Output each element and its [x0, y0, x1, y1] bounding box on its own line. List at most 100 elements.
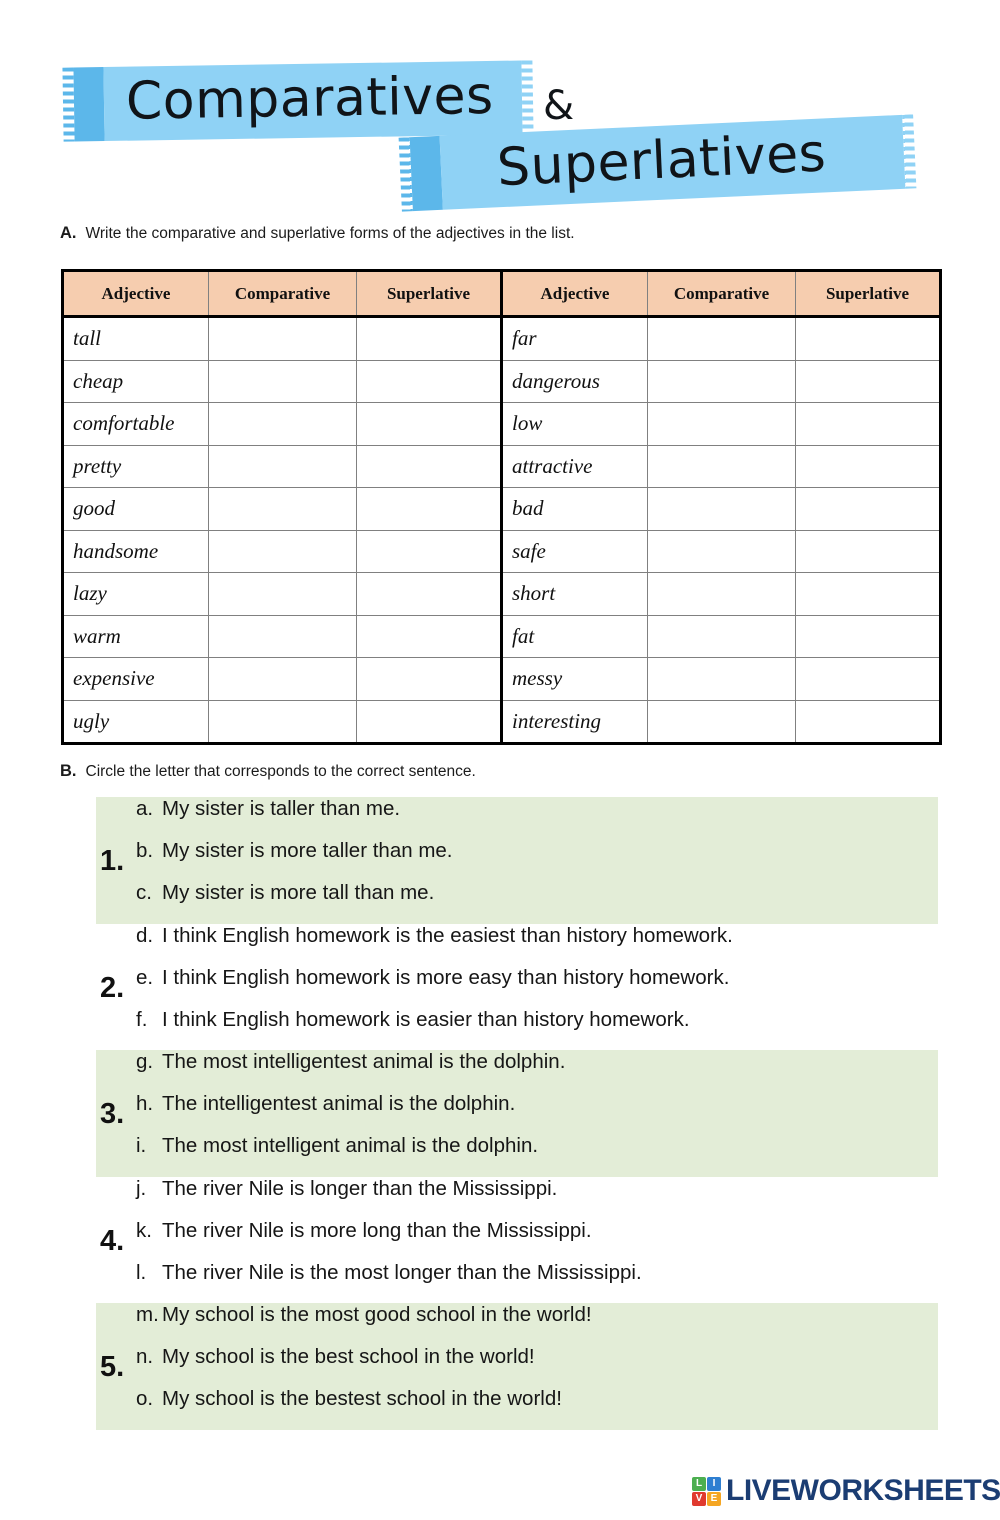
cell-adjective-left: good — [62, 487, 209, 531]
option-text: The most intelligentest animal is the do… — [162, 1050, 566, 1073]
option-text: My sister is more tall than me. — [162, 881, 435, 904]
option-row[interactable]: m. My school is the most good school in t… — [136, 1303, 960, 1345]
option-row[interactable]: g. The most intelligentest animal is the … — [136, 1050, 960, 1092]
option-row[interactable]: l. The river Nile is the most longer than… — [136, 1261, 960, 1303]
cell-superlative-right[interactable] — [795, 530, 941, 573]
cell-superlative-left[interactable] — [356, 615, 502, 658]
cell-superlative-right[interactable] — [795, 487, 941, 531]
cell-comparative-right[interactable] — [647, 700, 796, 744]
cell-superlative-left[interactable] — [356, 657, 502, 701]
banner-body: Comparatives — [103, 60, 523, 142]
cell-comparative-left[interactable] — [208, 657, 357, 701]
option-text: I think English homework is more easy th… — [162, 965, 730, 989]
option-list: m. My school is the most good school in t… — [136, 1303, 960, 1429]
column-header-adjective-left: Adjective — [62, 270, 209, 318]
option-row[interactable]: k. The river Nile is more long than the M… — [136, 1219, 960, 1261]
logo-square-v: V — [692, 1491, 706, 1506]
option-text: My sister is more taller than me. — [162, 839, 453, 862]
cell-comparative-right[interactable] — [647, 360, 796, 403]
cell-comparative-right[interactable] — [647, 487, 796, 531]
option-letter[interactable]: n. — [136, 1345, 162, 1369]
cell-adjective-right: messy — [500, 657, 648, 701]
table-row: cheap dangerous — [62, 360, 941, 403]
banner-tab-dark — [409, 135, 443, 212]
cell-superlative-left[interactable] — [356, 402, 502, 446]
banner-serrated-edge-right — [521, 60, 534, 135]
cell-comparative-right[interactable] — [647, 615, 796, 658]
option-letter[interactable]: j. — [136, 1177, 162, 1201]
option-row[interactable]: h. The intelligentest animal is the dolph… — [136, 1092, 960, 1134]
option-row[interactable]: f. I think English homework is easier tha… — [136, 1008, 960, 1050]
cell-adjective-right: bad — [500, 487, 648, 531]
cell-comparative-left[interactable] — [208, 402, 357, 446]
option-row[interactable]: j. The river Nile is longer than the Miss… — [136, 1177, 960, 1219]
option-letter[interactable]: b. — [136, 839, 162, 863]
cell-superlative-right[interactable] — [795, 572, 941, 616]
cell-superlative-right[interactable] — [795, 445, 941, 488]
cell-superlative-left[interactable] — [356, 316, 502, 361]
cell-comparative-left[interactable] — [208, 530, 357, 573]
option-letter[interactable]: c. — [136, 881, 162, 905]
cell-comparative-right[interactable] — [647, 657, 796, 701]
cell-superlative-right[interactable] — [795, 615, 941, 658]
option-row[interactable]: o. My school is the bestest school in the… — [136, 1387, 960, 1429]
option-row[interactable]: e. I think English homework is more easy … — [136, 966, 960, 1008]
column-header-superlative-right: Superlative — [795, 270, 941, 318]
cell-comparative-right[interactable] — [647, 316, 796, 361]
option-row[interactable]: c. My sister is more tall than me. — [136, 881, 960, 923]
cell-comparative-right[interactable] — [647, 445, 796, 488]
question-group: 2. d. I think English homework is the easi… — [0, 924, 1000, 1051]
cell-superlative-left[interactable] — [356, 445, 502, 488]
option-row[interactable]: d. I think English homework is the easies… — [136, 924, 960, 966]
cell-comparative-left[interactable] — [208, 700, 357, 744]
option-letter[interactable]: l. — [136, 1261, 162, 1285]
option-row[interactable]: i. The most intelligent animal is the dol… — [136, 1134, 960, 1176]
option-letter[interactable]: k. — [136, 1219, 162, 1243]
table-row: pretty attractive — [62, 445, 941, 488]
option-letter[interactable]: f. — [136, 1008, 162, 1032]
cell-superlative-right[interactable] — [795, 657, 941, 701]
table-row: comfortable low — [62, 402, 941, 446]
cell-comparative-left[interactable] — [208, 316, 357, 361]
cell-superlative-left[interactable] — [356, 530, 502, 573]
table-row: good bad — [62, 487, 941, 531]
cell-comparative-right[interactable] — [647, 572, 796, 616]
cell-comparative-left[interactable] — [208, 572, 357, 616]
table-row: ugly interesting — [62, 700, 941, 744]
cell-superlative-left[interactable] — [356, 360, 502, 403]
liveworksheets-logo[interactable]: L I V E LIVEWORKSHEETS — [692, 1474, 1000, 1508]
option-row[interactable]: b. My sister is more taller than me. — [136, 839, 960, 881]
option-letter[interactable]: e. — [136, 966, 162, 990]
section-b-instruction: B. Circle the letter that corresponds to … — [60, 762, 476, 781]
option-letter[interactable]: a. — [136, 797, 162, 821]
cell-comparative-right[interactable] — [647, 530, 796, 573]
cell-comparative-left[interactable] — [208, 445, 357, 488]
option-row[interactable]: a. My sister is taller than me. — [136, 797, 960, 839]
cell-adjective-left: ugly — [62, 700, 209, 744]
liveworksheets-logo-icon: L I V E — [692, 1476, 721, 1506]
cell-superlative-left[interactable] — [356, 572, 502, 616]
cell-superlative-right[interactable] — [795, 402, 941, 446]
cell-superlative-right[interactable] — [795, 360, 941, 403]
cell-superlative-right[interactable] — [795, 700, 941, 744]
option-letter[interactable]: d. — [136, 924, 162, 948]
section-a-instruction: A. Write the comparative and superlative … — [60, 224, 575, 243]
option-letter[interactable]: o. — [136, 1387, 162, 1411]
option-letter[interactable]: m. — [136, 1303, 162, 1327]
cell-adjective-right: dangerous — [500, 360, 648, 403]
option-letter[interactable]: g. — [136, 1050, 162, 1074]
question-group: 4. j. The river Nile is longer than the Mi… — [0, 1177, 1000, 1304]
cell-comparative-right[interactable] — [647, 402, 796, 446]
cell-superlative-left[interactable] — [356, 487, 502, 531]
column-header-comparative-left: Comparative — [208, 270, 357, 318]
option-row[interactable]: n. My school is the best school in the wo… — [136, 1345, 960, 1387]
option-letter[interactable]: i. — [136, 1134, 162, 1158]
cell-adjective-right: short — [500, 572, 648, 616]
cell-superlative-left[interactable] — [356, 700, 502, 744]
cell-superlative-right[interactable] — [795, 316, 941, 361]
cell-comparative-left[interactable] — [208, 360, 357, 403]
cell-comparative-left[interactable] — [208, 487, 357, 531]
cell-comparative-left[interactable] — [208, 615, 357, 658]
option-letter[interactable]: h. — [136, 1092, 162, 1116]
option-list: a. My sister is taller than me. b. My siste… — [136, 797, 960, 923]
